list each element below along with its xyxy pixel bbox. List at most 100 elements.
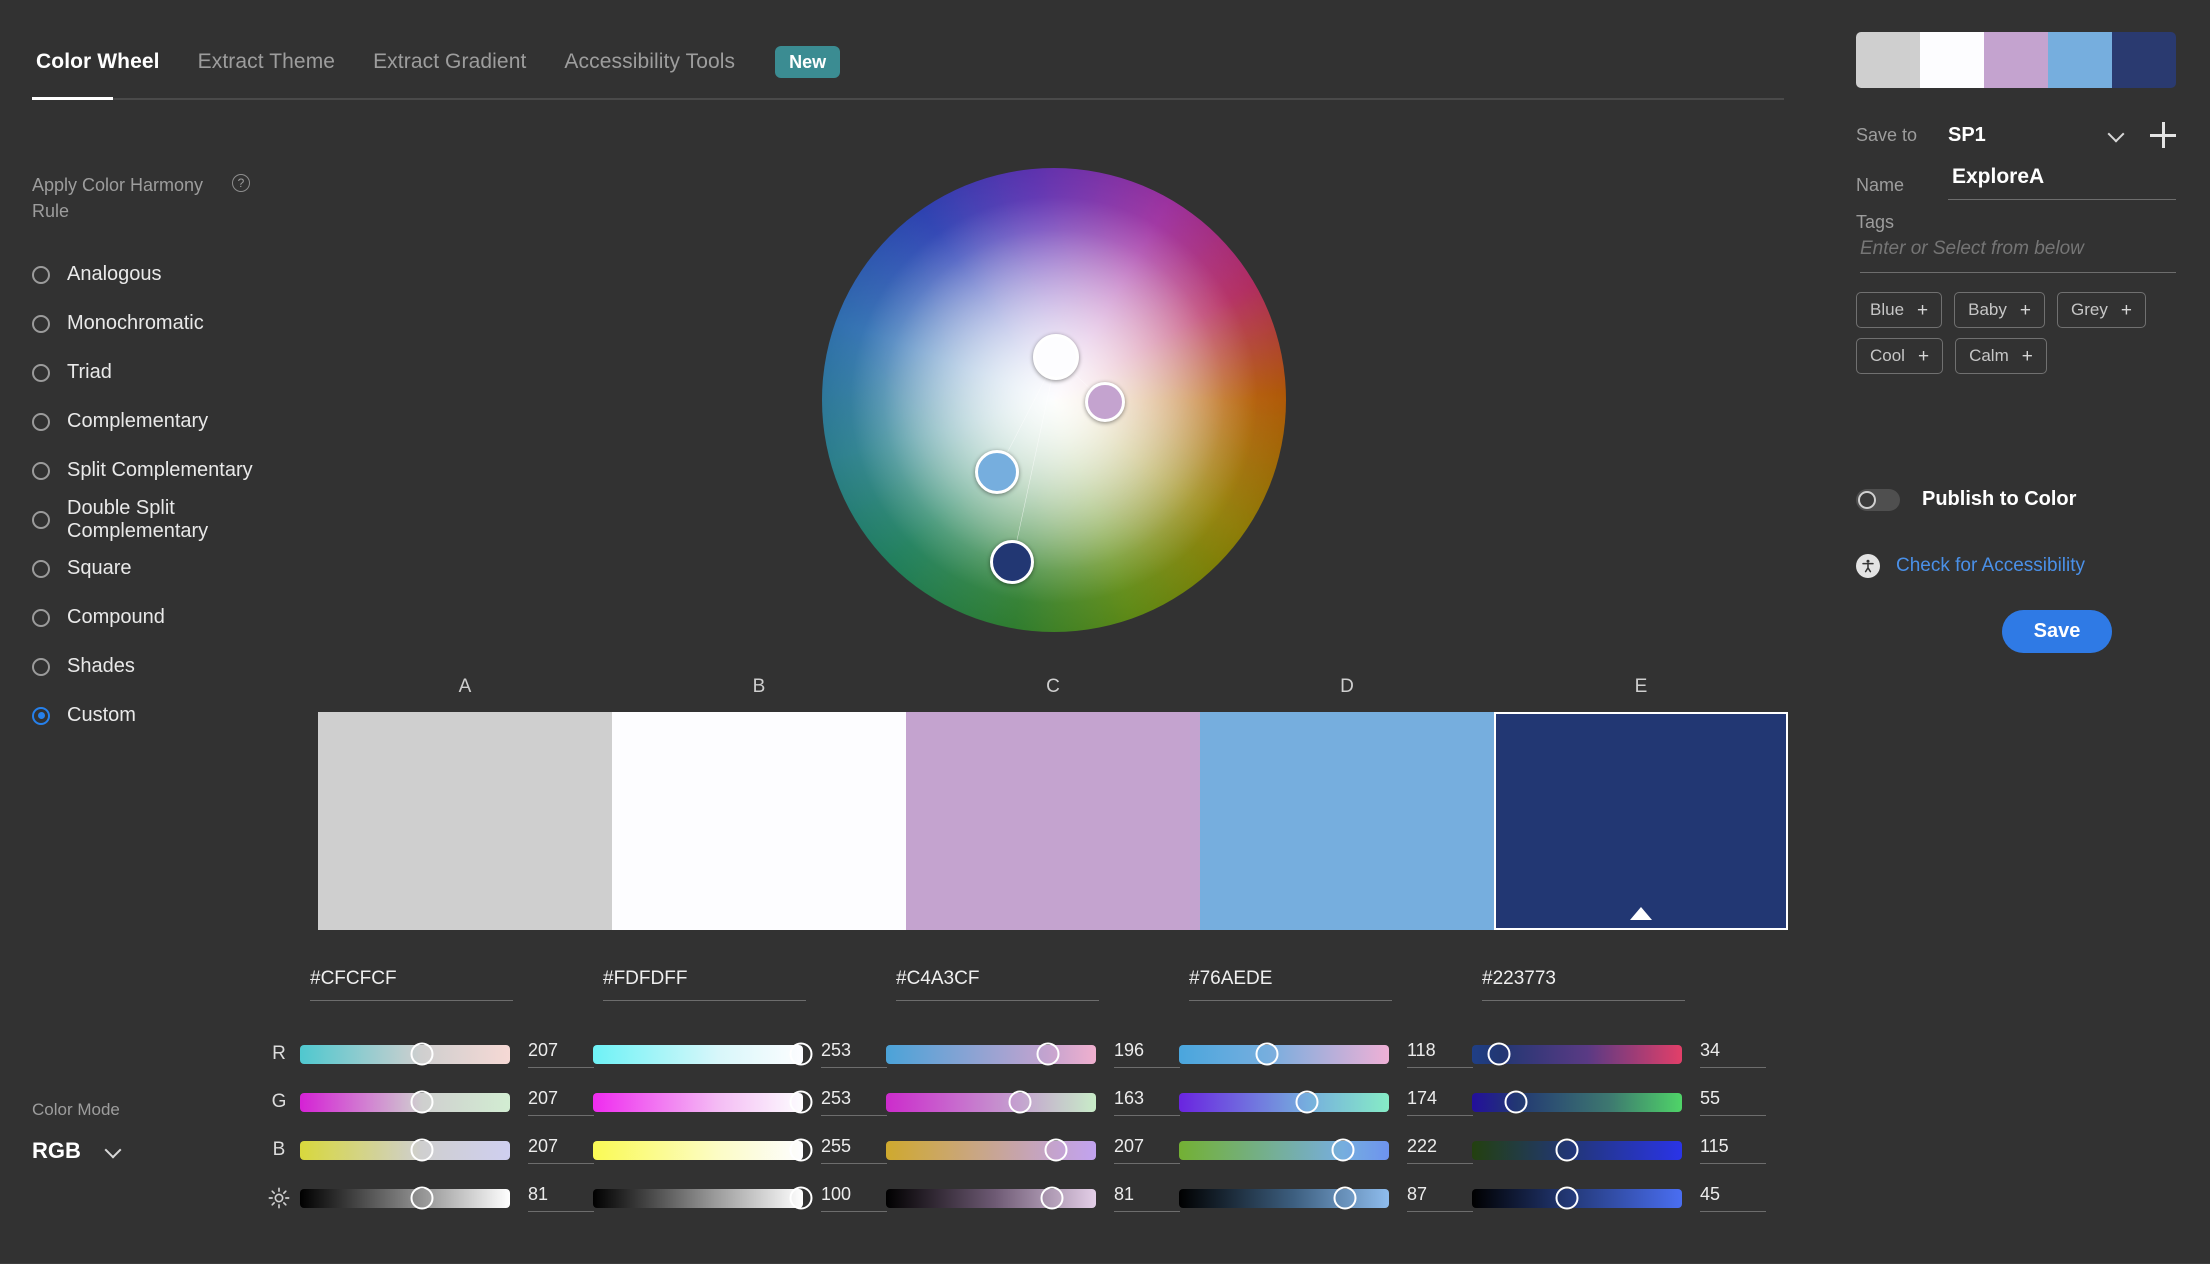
slider-handle[interactable] xyxy=(1040,1186,1064,1210)
slider-track[interactable] xyxy=(593,1186,813,1210)
swatch-b[interactable] xyxy=(612,712,906,930)
color-mode-dropdown[interactable]: RGB xyxy=(32,1138,272,1164)
slider-track[interactable] xyxy=(300,1138,510,1162)
slider-track[interactable] xyxy=(1179,1090,1389,1114)
slider-value[interactable]: 81 xyxy=(1114,1184,1180,1212)
swatch-a[interactable] xyxy=(318,712,612,930)
tag-chip-blue[interactable]: Blue + xyxy=(1856,292,1943,328)
slider-value[interactable]: 207 xyxy=(528,1040,594,1068)
slider-track[interactable] xyxy=(1179,1186,1389,1210)
slider-value[interactable]: 45 xyxy=(1700,1184,1766,1212)
swatch-c[interactable] xyxy=(906,712,1200,930)
slider-track[interactable] xyxy=(886,1090,1096,1114)
slider-handle[interactable] xyxy=(410,1186,434,1210)
slider-value[interactable]: 207 xyxy=(1114,1136,1180,1164)
swatch-e[interactable] xyxy=(1494,712,1788,930)
harmony-rule-split-complementary[interactable]: Split Complementary xyxy=(32,446,312,495)
slider-value[interactable]: 87 xyxy=(1407,1184,1473,1212)
plus-icon[interactable]: + xyxy=(2121,301,2132,320)
radio-button[interactable] xyxy=(32,706,50,725)
slider-handle[interactable] xyxy=(1487,1042,1511,1066)
harmony-rule-complementary[interactable]: Complementary xyxy=(32,397,312,446)
plus-icon[interactable]: + xyxy=(1918,347,1929,366)
hex-field-a[interactable]: #CFCFCF xyxy=(310,968,603,1001)
slider-value[interactable]: 118 xyxy=(1407,1040,1473,1068)
slider-track[interactable] xyxy=(593,1090,813,1114)
slider-value[interactable]: 174 xyxy=(1407,1088,1473,1116)
slider-track[interactable] xyxy=(1472,1090,1682,1114)
color-wheel[interactable] xyxy=(822,168,1286,632)
slider-value[interactable]: 207 xyxy=(528,1136,594,1164)
help-icon[interactable]: ? xyxy=(232,174,250,192)
harmony-rule-shades[interactable]: Shades xyxy=(32,642,312,691)
slider-handle[interactable] xyxy=(789,1186,813,1210)
slider-value[interactable]: 115 xyxy=(1700,1136,1766,1164)
harmony-rule-square[interactable]: Square xyxy=(32,544,312,593)
radio-button[interactable] xyxy=(32,363,50,382)
tag-chip-calm[interactable]: Calm + xyxy=(1955,338,2047,374)
tab-extract-theme[interactable]: Extract Theme xyxy=(194,48,339,76)
slider-value[interactable]: 55 xyxy=(1700,1088,1766,1116)
save-button[interactable]: Save xyxy=(2002,610,2112,653)
slider-handle[interactable] xyxy=(1295,1090,1319,1114)
plus-icon[interactable] xyxy=(2150,122,2176,148)
plus-icon[interactable]: + xyxy=(2022,347,2033,366)
tab-extract-gradient[interactable]: Extract Gradient xyxy=(369,48,530,76)
hex-field-c[interactable]: #C4A3CF xyxy=(896,968,1189,1001)
hex-field-e[interactable]: #223773 xyxy=(1482,968,1775,1001)
slider-handle[interactable] xyxy=(1008,1090,1032,1114)
tags-input[interactable] xyxy=(1860,238,2176,273)
check-accessibility-link[interactable]: Check for Accessibility xyxy=(1856,554,2085,578)
slider-track[interactable] xyxy=(1179,1138,1389,1162)
hex-field-d[interactable]: #76AEDE xyxy=(1189,968,1482,1001)
radio-button[interactable] xyxy=(32,265,50,284)
radio-button[interactable] xyxy=(32,314,50,333)
slider-handle[interactable] xyxy=(410,1138,434,1162)
hex-field-b[interactable]: #FDFDFF xyxy=(603,968,896,1001)
slider-track[interactable] xyxy=(300,1042,510,1066)
harmony-rule-compound[interactable]: Compound xyxy=(32,593,312,642)
slider-track[interactable] xyxy=(886,1138,1096,1162)
slider-value[interactable]: 253 xyxy=(821,1088,887,1116)
publish-toggle[interactable] xyxy=(1856,488,1900,511)
slider-value[interactable]: 81 xyxy=(528,1184,594,1212)
harmony-rule-double-split-complementary[interactable]: Double Split Complementary xyxy=(32,495,312,544)
slider-value[interactable]: 253 xyxy=(821,1040,887,1068)
slider-handle[interactable] xyxy=(1331,1138,1355,1162)
radio-button[interactable] xyxy=(32,657,50,676)
tag-chip-cool[interactable]: Cool + xyxy=(1856,338,1944,374)
harmony-rule-monochromatic[interactable]: Monochromatic xyxy=(32,299,312,348)
slider-handle[interactable] xyxy=(1555,1186,1578,1210)
harmony-rule-analogous[interactable]: Analogous xyxy=(32,250,312,299)
plus-icon[interactable]: + xyxy=(1917,301,1928,320)
slider-value[interactable]: 34 xyxy=(1700,1040,1766,1068)
name-input[interactable] xyxy=(1948,165,2176,200)
plus-icon[interactable]: + xyxy=(2020,301,2031,320)
slider-handle[interactable] xyxy=(789,1138,813,1162)
slider-handle[interactable] xyxy=(1555,1138,1578,1162)
slider-handle[interactable] xyxy=(410,1042,434,1066)
slider-handle[interactable] xyxy=(1333,1186,1357,1210)
radio-button[interactable] xyxy=(32,412,50,431)
harmony-rule-triad[interactable]: Triad xyxy=(32,348,312,397)
slider-track[interactable] xyxy=(1179,1042,1389,1066)
slider-value[interactable]: 255 xyxy=(821,1136,887,1164)
slider-track[interactable] xyxy=(1472,1042,1682,1066)
radio-button[interactable] xyxy=(32,510,50,529)
slider-value[interactable]: 196 xyxy=(1114,1040,1180,1068)
slider-handle[interactable] xyxy=(1036,1042,1060,1066)
slider-track[interactable] xyxy=(593,1042,813,1066)
slider-handle[interactable] xyxy=(789,1042,813,1066)
slider-value[interactable]: 163 xyxy=(1114,1088,1180,1116)
slider-value[interactable]: 222 xyxy=(1407,1136,1473,1164)
slider-value[interactable]: 207 xyxy=(528,1088,594,1116)
tab-accessibility-tools[interactable]: Accessibility Tools xyxy=(560,48,739,76)
slider-handle[interactable] xyxy=(1504,1090,1528,1114)
slider-track[interactable] xyxy=(1472,1186,1682,1210)
tag-chip-grey[interactable]: Grey + xyxy=(2057,292,2146,328)
tag-chip-baby[interactable]: Baby + xyxy=(1954,292,2045,328)
tab-color-wheel[interactable]: Color Wheel xyxy=(32,48,164,76)
harmony-rule-custom[interactable]: Custom xyxy=(32,691,312,740)
slider-track[interactable] xyxy=(300,1090,510,1114)
swatch-d[interactable] xyxy=(1200,712,1494,930)
